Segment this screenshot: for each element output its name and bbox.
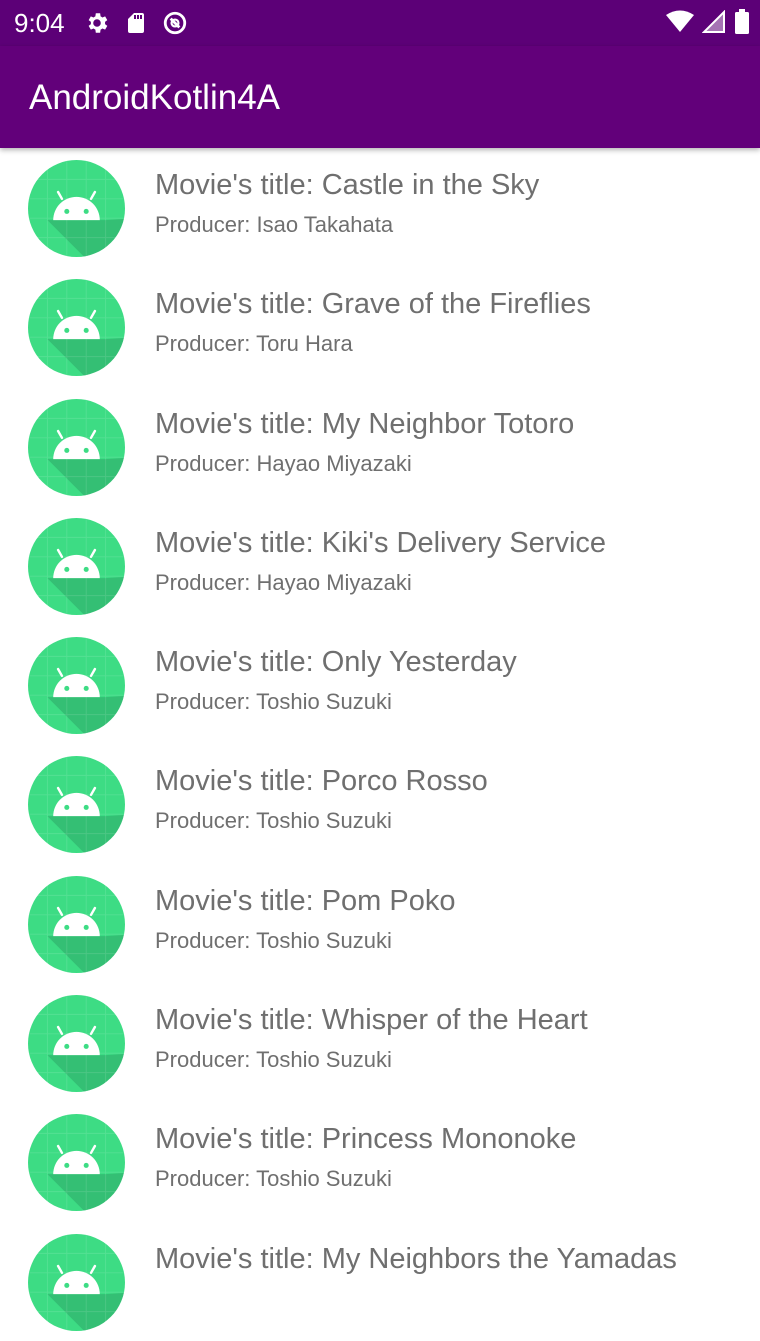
sd-card-icon [124,10,148,41]
list-item[interactable]: Movie's title: My Neighbor Totoro Produc… [0,387,760,506]
movie-producer: Producer: Toshio Suzuki [155,808,392,834]
movie-title: Movie's title: My Neighbor Totoro [155,407,575,440]
battery-icon [734,9,750,40]
android-robot-icon [28,875,125,973]
status-bar: 9:04 [0,0,760,46]
list-item[interactable]: Movie's title: Castle in the Sky Produce… [0,148,760,267]
list-item[interactable]: Movie's title: My Neighbors the Yamadas [0,1222,760,1341]
movie-title: Movie's title: Kiki's Delivery Service [155,526,607,559]
settings-icon [84,10,110,41]
list-item[interactable]: Movie's title: Whisper of the Heart Prod… [0,983,760,1102]
movie-title: Movie's title: Pom Poko [155,884,456,917]
app-title: AndroidKotlin4A [29,78,280,117]
app-bar: AndroidKotlin4A [0,46,760,148]
list-item[interactable]: Movie's title: Only Yesterday Producer: … [0,625,760,744]
list-item[interactable]: Movie's title: Pom Poko Producer: Toshio… [0,864,760,983]
movie-producer: Producer: Isao Takahata [155,212,394,237]
android-robot-icon [28,279,125,377]
android-robot-icon [28,398,125,496]
movie-list[interactable]: Movie's title: Castle in the Sky Produce… [0,148,760,1341]
movie-title: Movie's title: Princess Mononoke [155,1123,577,1156]
movie-producer: Producer: Toshio Suzuki [155,1166,392,1192]
movie-title: Movie's title: Porco Rosso [155,765,488,798]
android-robot-icon [28,756,125,854]
movie-title: Movie's title: My Neighbors the Yamadas [155,1242,677,1275]
movie-title: Movie's title: Castle in the Sky [155,169,540,201]
data-saver-icon [162,10,188,41]
android-robot-icon [28,1233,125,1331]
android-robot-icon [28,637,125,735]
movie-producer: Producer: Hayao Miyazaki [155,569,412,595]
movie-title: Movie's title: Only Yesterday [155,646,517,679]
list-item[interactable]: Movie's title: Princess Mononoke Produce… [0,1102,760,1221]
android-robot-icon [28,517,125,615]
android-robot-icon [28,1114,125,1212]
cellular-signal-icon [701,9,726,39]
android-robot-icon [28,995,125,1093]
movie-title: Movie's title: Whisper of the Heart [155,1004,588,1037]
movie-producer: Producer: Toru Hara [155,331,353,357]
movie-producer: Producer: Toshio Suzuki [155,1047,392,1073]
status-time: 9:04 [14,8,65,38]
list-item[interactable]: Movie's title: Porco Rosso Producer: Tos… [0,744,760,863]
movie-producer: Producer: Toshio Suzuki [155,927,392,953]
android-robot-icon [28,160,125,257]
movie-producer: Producer: Toshio Suzuki [155,689,392,715]
list-item[interactable]: Movie's title: Kiki's Delivery Service P… [0,506,760,625]
wifi-icon [666,10,694,39]
movie-producer: Producer: Hayao Miyazaki [155,450,412,476]
list-item[interactable]: Movie's title: Grave of the Fireflies Pr… [0,267,760,386]
movie-title: Movie's title: Grave of the Fireflies [155,288,591,321]
